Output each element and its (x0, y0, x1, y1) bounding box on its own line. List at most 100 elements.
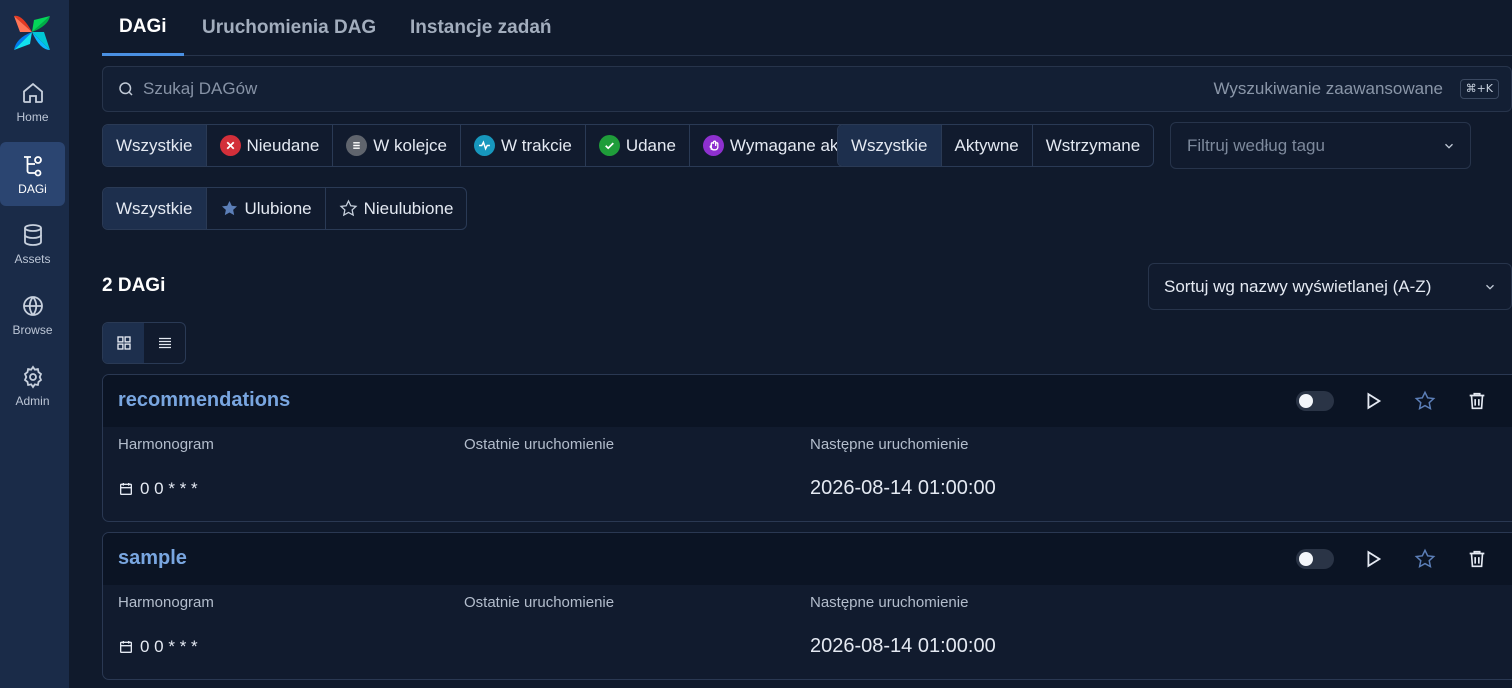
hand-icon (702, 135, 724, 156)
sidebar-item-dags[interactable]: DAGi (0, 142, 65, 206)
last-run-label: Ostatnie uruchomienie (464, 594, 615, 611)
view-toggle (102, 322, 186, 364)
queue-icon (346, 135, 368, 156)
trash-icon (1469, 550, 1485, 568)
globe-icon (22, 295, 43, 316)
sort-label: Sortuj wg nazwy wyświetlanej (A-Z) (1164, 276, 1432, 296)
tab-bar: DAGi Uruchomienia DAG Instancje zadań (102, 0, 1512, 56)
pause-toggle[interactable] (1296, 549, 1334, 569)
gear-icon (23, 364, 42, 389)
filter-label: W trakcie (500, 135, 572, 155)
sidebar-item-label: Assets (14, 251, 51, 266)
trash-icon (1469, 392, 1485, 410)
state-filter-group: Wszystkie Nieudane W kolejce W trakcie U… (102, 124, 875, 167)
delete-button[interactable] (1466, 390, 1488, 412)
star-outline-icon (339, 199, 358, 217)
favorite-filter-group: Wszystkie Ulubione Nieulubione (102, 187, 468, 230)
sidebar-item-label: Browse (12, 322, 53, 337)
schedule-label: Harmonogram (118, 594, 214, 611)
database-icon (23, 223, 42, 246)
list-icon (158, 337, 171, 349)
activity-icon (473, 135, 495, 156)
sidebar-item-home[interactable]: Home (0, 70, 65, 134)
sidebar-item-assets[interactable]: Assets (0, 212, 65, 276)
chevron-down-icon (1486, 284, 1494, 290)
schedule-text: 0 0 * * * (140, 479, 198, 498)
next-run-value: 2026-08-14 01:00:00 (810, 477, 996, 499)
search-input[interactable] (143, 67, 1043, 111)
dag-name-link[interactable]: recommendations (118, 389, 290, 412)
favorite-filter-all[interactable]: Wszystkie (103, 188, 207, 229)
last-run-label: Ostatnie uruchomienie (464, 436, 615, 453)
filter-label: Wszystkie (116, 198, 193, 218)
search-icon (119, 82, 133, 96)
shortcut-badge: ⌘+K (1459, 79, 1499, 99)
schedule-value: 0 0 * * * (118, 479, 198, 499)
card-view-button[interactable] (103, 323, 144, 363)
pause-toggle[interactable] (1296, 391, 1334, 411)
sidebar-item-label: Admin (15, 393, 50, 408)
state-filter-queued[interactable]: W kolejce (333, 125, 461, 166)
favorite-button[interactable] (1414, 548, 1436, 570)
active-filter-active[interactable]: Aktywne (942, 125, 1033, 166)
schedule-text: 0 0 * * * (140, 637, 198, 656)
advanced-search-link[interactable]: Wyszukiwanie zaawansowane (1214, 79, 1443, 99)
x-icon (219, 135, 241, 156)
next-run-label: Następne uruchomienie (810, 594, 969, 611)
state-filter-running[interactable]: W trakcie (461, 125, 586, 166)
favorite-filter-unfavorites[interactable]: Nieulubione (326, 188, 467, 229)
state-filter-failed[interactable]: Nieudane (207, 125, 334, 166)
sidebar-item-admin[interactable]: Admin (0, 354, 65, 418)
airflow-logo-icon[interactable] (12, 12, 52, 52)
filter-label: Wszystkie (116, 135, 193, 155)
search-bar: Wyszukiwanie zaawansowane ⌘+K (102, 66, 1512, 112)
star-outline-icon (1414, 548, 1436, 569)
sort-select[interactable]: Sortuj wg nazwy wyświetlanej (A-Z) (1148, 263, 1512, 310)
tab-task-instances[interactable]: Instancje zadań (393, 0, 569, 56)
star-outline-icon (1414, 390, 1436, 411)
filter-label: W kolejce (373, 135, 447, 155)
favorite-filter-favorites[interactable]: Ulubione (207, 188, 326, 229)
sidebar-item-label: Home (16, 109, 49, 124)
dag-icon (23, 155, 42, 176)
play-icon (1367, 392, 1382, 410)
filter-label: Ulubione (244, 198, 312, 218)
check-icon (598, 135, 620, 156)
sidebar-item-browse[interactable]: Browse (0, 283, 65, 347)
app-root: Home DAGi Assets Browse Admin DAGi Uruch… (0, 0, 1512, 688)
state-filter-success[interactable]: Udane (586, 125, 690, 166)
tab-dags[interactable]: DAGi (102, 0, 184, 56)
star-filled-icon (221, 200, 237, 216)
schedule-label: Harmonogram (118, 436, 214, 453)
grid-icon (116, 336, 131, 350)
sidebar-item-label: DAGi (18, 181, 47, 196)
state-filter-all[interactable]: Wszystkie (103, 125, 207, 166)
next-run-value: 2026-08-14 01:00:00 (810, 635, 996, 657)
filter-label: Udane (625, 135, 676, 155)
calendar-icon (120, 483, 132, 495)
filter-label: Nieudane (246, 135, 320, 155)
trigger-button[interactable] (1362, 390, 1384, 412)
tab-dag-runs[interactable]: Uruchomienia DAG (185, 0, 393, 56)
dag-name-link[interactable]: sample (118, 547, 187, 570)
active-filter-group: Wszystkie Aktywne Wstrzymane (837, 124, 1155, 167)
trigger-button[interactable] (1362, 548, 1384, 570)
table-view-button[interactable] (144, 323, 185, 363)
tag-filter-placeholder: Filtruj według tagu (1187, 135, 1325, 155)
filter-label: Nieulubione (363, 198, 454, 218)
favorite-button[interactable] (1414, 390, 1436, 412)
next-run-label: Następne uruchomienie (810, 436, 969, 453)
tag-filter-select[interactable]: Filtruj według tagu (1170, 122, 1471, 169)
home-icon (22, 82, 43, 103)
sidebar: Home DAGi Assets Browse Admin (0, 0, 69, 688)
delete-button[interactable] (1466, 548, 1488, 570)
chevron-down-icon (1445, 143, 1453, 149)
calendar-icon (120, 641, 132, 653)
dag-count: 2 DAGi (102, 275, 166, 296)
active-filter-paused[interactable]: Wstrzymane (1033, 125, 1153, 166)
play-icon (1367, 550, 1382, 568)
dag-card: recommendations Harmonogram Ostatnie uru… (102, 374, 1512, 522)
schedule-value: 0 0 * * * (118, 637, 198, 657)
active-filter-all[interactable]: Wszystkie (838, 125, 942, 166)
dag-card: sample Harmonogram Ostatnie uruchomienie… (102, 532, 1512, 680)
